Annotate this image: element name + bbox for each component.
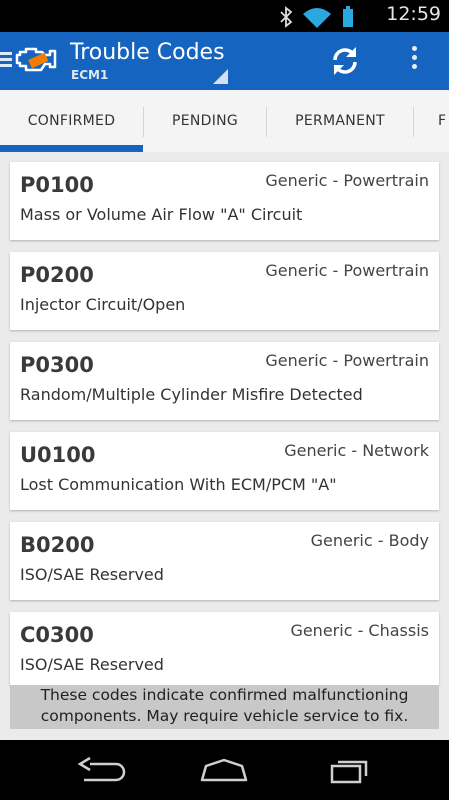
code-description: Random/Multiple Cylinder Misfire Detecte… xyxy=(20,385,363,404)
code-id: U0100 xyxy=(20,443,96,467)
code-id: P0300 xyxy=(20,353,94,377)
code-category: Generic - Chassis xyxy=(290,621,429,640)
home-icon xyxy=(200,758,248,782)
code-category: Generic - Powertrain xyxy=(265,351,429,370)
navigation-bar xyxy=(0,740,449,800)
status-time: 12:59 xyxy=(386,3,441,25)
tab-selected-indicator xyxy=(0,145,143,152)
status-icons xyxy=(279,6,369,28)
back-icon xyxy=(77,756,126,782)
dropdown-indicator-icon[interactable] xyxy=(213,69,228,84)
code-description: Injector Circuit/Open xyxy=(20,295,186,314)
menu-icon[interactable] xyxy=(0,52,12,70)
code-category: Generic - Network xyxy=(284,441,429,460)
refresh-button[interactable] xyxy=(327,43,363,79)
code-description: ISO/SAE Reserved xyxy=(20,655,164,674)
notice-line-1: These codes indicate confirmed malfuncti… xyxy=(40,686,409,704)
tab-confirmed[interactable]: CONFIRMED xyxy=(0,90,143,152)
code-category: Generic - Powertrain xyxy=(265,261,429,280)
tab-partial[interactable]: F xyxy=(438,90,449,152)
notice-line-2: components. May require vehicle service … xyxy=(40,707,409,725)
code-id: B0200 xyxy=(20,533,95,557)
wifi-icon xyxy=(303,8,331,28)
back-button[interactable] xyxy=(70,754,130,788)
code-category: Generic - Body xyxy=(310,531,429,550)
code-description: Lost Communication With ECM/PCM "A" xyxy=(20,475,337,494)
info-notice: These codes indicate confirmed malfuncti… xyxy=(10,685,439,729)
code-card[interactable]: B0200 Generic - Body ISO/SAE Reserved xyxy=(10,522,439,600)
recent-apps-icon xyxy=(330,760,368,784)
code-card[interactable]: P0200 Generic - Powertrain Injector Circ… xyxy=(10,252,439,330)
code-id: C0300 xyxy=(20,623,94,647)
recent-apps-button[interactable] xyxy=(320,754,380,788)
code-id: P0200 xyxy=(20,263,94,287)
tab-pending[interactable]: PENDING xyxy=(144,90,266,152)
tab-bar: CONFIRMED PENDING PERMANENT F xyxy=(0,90,449,152)
tab-permanent[interactable]: PERMANENT xyxy=(267,90,413,152)
tab-divider xyxy=(413,107,414,137)
ecu-selector[interactable]: ECM1 xyxy=(71,68,108,82)
check-engine-icon[interactable] xyxy=(14,45,58,79)
status-bar: 12:59 xyxy=(0,0,449,32)
refresh-icon xyxy=(333,47,357,75)
code-card[interactable]: U0100 Generic - Network Lost Communicati… xyxy=(10,432,439,510)
code-id: P0100 xyxy=(20,173,94,197)
action-bar: Trouble Codes ECM1 xyxy=(0,32,449,90)
home-button[interactable] xyxy=(194,754,254,788)
bluetooth-icon xyxy=(280,6,293,28)
code-card[interactable]: P0100 Generic - Powertrain Mass or Volum… xyxy=(10,162,439,240)
code-category: Generic - Powertrain xyxy=(265,171,429,190)
battery-icon xyxy=(343,6,353,27)
page-title: Trouble Codes xyxy=(70,40,225,65)
code-card[interactable]: C0300 Generic - Chassis ISO/SAE Reserved xyxy=(10,612,439,685)
code-card[interactable]: P0300 Generic - Powertrain Random/Multip… xyxy=(10,342,439,420)
overflow-menu-icon[interactable] xyxy=(404,46,424,76)
code-description: Mass or Volume Air Flow "A" Circuit xyxy=(20,205,303,224)
code-description: ISO/SAE Reserved xyxy=(20,565,164,584)
spacer xyxy=(0,729,449,740)
